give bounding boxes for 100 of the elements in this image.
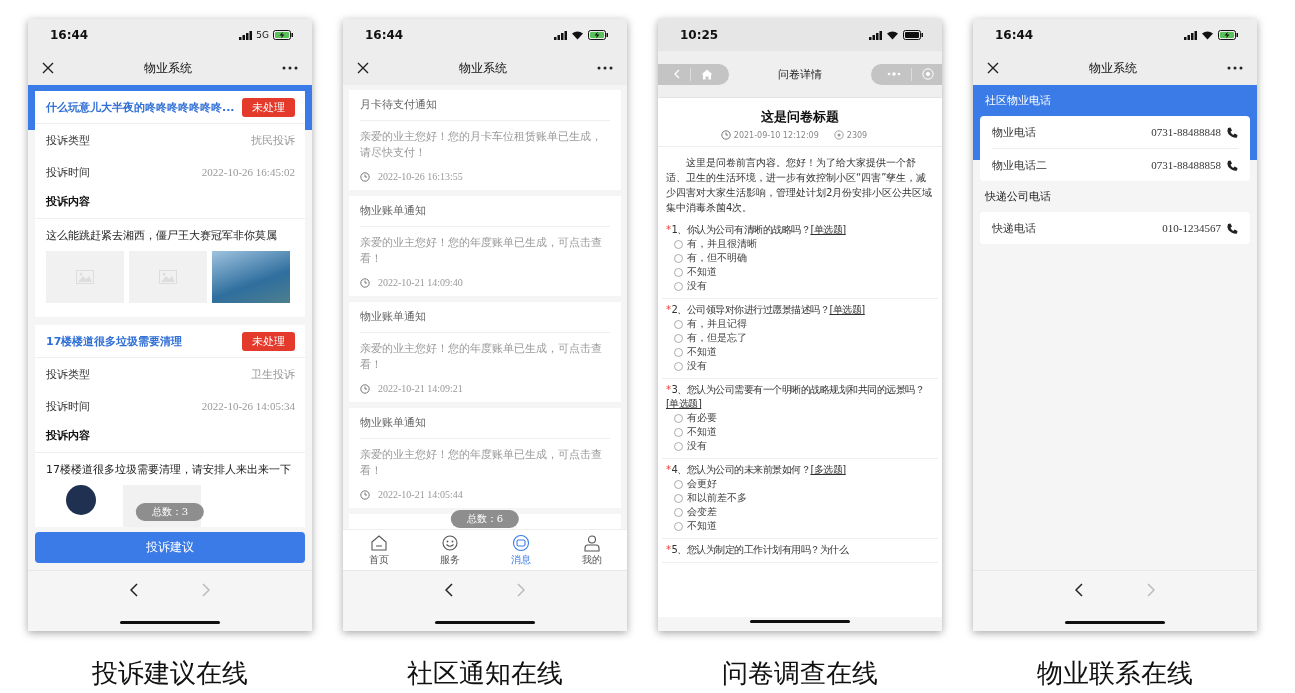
question-type: [单选题] bbox=[666, 397, 702, 411]
status-time: 16:44 bbox=[50, 28, 89, 42]
wifi-icon bbox=[1201, 30, 1214, 40]
clock-icon bbox=[360, 489, 370, 500]
radio-button[interactable] bbox=[674, 479, 683, 489]
signal-icon bbox=[1184, 30, 1197, 40]
notice-card[interactable]: 物业账单通知 亲爱的业主您好！您的年度账单已生成，可点击查看！ 2022-10-21 14:09:40 bbox=[349, 196, 621, 296]
phone-icon[interactable] bbox=[1226, 159, 1238, 171]
total-count-toast: 总数：3 bbox=[135, 503, 205, 521]
clock-icon bbox=[720, 130, 731, 140]
submit-button[interactable]: 投诉建议 bbox=[35, 532, 305, 563]
tab-item[interactable]: 服务 bbox=[414, 530, 485, 570]
signal-icon bbox=[869, 30, 882, 40]
radio-button[interactable] bbox=[674, 347, 683, 357]
radio-button[interactable] bbox=[674, 319, 683, 329]
page-title: 物业系统 bbox=[144, 59, 192, 77]
radio-button[interactable] bbox=[674, 427, 683, 437]
back-icon[interactable] bbox=[674, 69, 680, 79]
radio-button[interactable] bbox=[674, 267, 683, 277]
notice-title: 物业账单通知 bbox=[360, 408, 610, 439]
notice-text: 亲爱的业主您好！您的月卡车位租赁账单已生成，请尽快支付！ bbox=[360, 129, 603, 161]
avatar-circle bbox=[66, 485, 96, 515]
more-icon[interactable] bbox=[282, 66, 298, 70]
notice-title: 物业账单通知 bbox=[360, 196, 610, 227]
radio-button[interactable] bbox=[674, 281, 683, 291]
notice-card[interactable]: 物业账单通知 亲爱的业主您好！您的年度账单已生成，可点击查看！ 2022-10-21 14:09:21 bbox=[349, 302, 621, 402]
close-icon[interactable] bbox=[357, 62, 369, 74]
target-icon[interactable] bbox=[922, 68, 934, 80]
back-chevron-icon[interactable] bbox=[1075, 583, 1083, 597]
radio-button[interactable] bbox=[674, 521, 683, 531]
field-value: 卫生投诉 bbox=[251, 366, 295, 382]
radio-button[interactable] bbox=[674, 441, 683, 451]
chat-bubble-icon bbox=[511, 533, 530, 552]
notice-card[interactable]: 月卡待支付通知 亲爱的业主您好！您的月卡车位租赁账单已生成，请尽快支付！ 2022-10-26 16:13:55 bbox=[349, 90, 621, 190]
option-label: 不知道 bbox=[687, 425, 717, 439]
page-title: 物业系统 bbox=[1089, 59, 1137, 77]
status-time: 16:44 bbox=[365, 28, 404, 42]
contact-row[interactable]: 快递电话 010-1234567 bbox=[992, 212, 1238, 244]
question-type: [多选题] bbox=[810, 463, 846, 477]
option-label: 会变差 bbox=[687, 505, 717, 519]
eye-icon bbox=[833, 130, 844, 140]
radio-button[interactable] bbox=[674, 253, 683, 263]
notice-card[interactable]: 物业账单通知 亲爱的业主您好！您的年度账单已生成，可点击查看！ 2022-10-21 14:05:44 bbox=[349, 408, 621, 508]
total-count-toast: 总数：6 bbox=[450, 510, 520, 528]
close-icon[interactable] bbox=[42, 62, 54, 74]
option-label: 有，并且记得 bbox=[687, 317, 747, 331]
option-label: 有，但是忘了 bbox=[687, 331, 747, 345]
radio-button[interactable] bbox=[674, 413, 683, 423]
option-label: 没有 bbox=[687, 439, 707, 453]
radio-button[interactable] bbox=[674, 239, 683, 249]
option-label: 没有 bbox=[687, 279, 707, 293]
question-type: [单选题] bbox=[810, 223, 846, 237]
status-badge: 未处理 bbox=[242, 97, 295, 117]
complaint-title[interactable]: 什么玩意儿大半夜的咚咚咚咚咚咚咚... bbox=[46, 99, 235, 115]
field-value: 扰民投诉 bbox=[251, 132, 295, 148]
more-icon[interactable] bbox=[597, 66, 613, 70]
notice-time: 2022-10-26 16:13:55 bbox=[378, 171, 463, 182]
question-type: [单选题] bbox=[829, 303, 865, 317]
radio-button[interactable] bbox=[674, 333, 683, 343]
caption: 物业联系在线 bbox=[1037, 657, 1193, 689]
caption: 问卷调查在线 bbox=[722, 657, 878, 689]
phone-number: 010-1234567 bbox=[1162, 222, 1221, 234]
back-chevron-icon[interactable] bbox=[130, 583, 138, 597]
phone-number: 0731-88488848 bbox=[1151, 126, 1221, 138]
clock-icon bbox=[360, 277, 370, 288]
phone-icon[interactable] bbox=[1226, 126, 1238, 138]
smiley-icon bbox=[440, 533, 459, 552]
home-icon[interactable] bbox=[701, 68, 713, 80]
more-icon[interactable] bbox=[1227, 66, 1243, 70]
tab-item[interactable]: 消息 bbox=[485, 530, 556, 570]
radio-button[interactable] bbox=[674, 361, 683, 371]
tab-item[interactable]: 我的 bbox=[556, 530, 627, 570]
question-text: 3、您认为公司需要有一个明晰的战略规划和共同的远景吗？ bbox=[671, 383, 925, 397]
clock-icon bbox=[360, 383, 370, 394]
page-title: 物业系统 bbox=[459, 59, 507, 77]
signal-icon bbox=[554, 30, 567, 40]
back-chevron-icon[interactable] bbox=[445, 583, 453, 597]
wifi-icon bbox=[886, 30, 899, 40]
status-time: 10:25 bbox=[680, 28, 719, 42]
status-time: 16:44 bbox=[995, 28, 1034, 42]
phone-icon[interactable] bbox=[1226, 222, 1238, 234]
question-text: 5、您认为制定的工作计划有用吗？为什么 bbox=[671, 543, 849, 557]
wifi-icon bbox=[571, 30, 584, 40]
phone-number: 0731-88488858 bbox=[1151, 159, 1221, 171]
complaint-title[interactable]: 17楼楼道很多垃圾需要清理 bbox=[46, 333, 183, 349]
close-icon[interactable] bbox=[987, 62, 999, 74]
required-mark: * bbox=[666, 303, 671, 317]
notice-time: 2022-10-21 14:05:44 bbox=[378, 489, 463, 500]
notice-text: 亲爱的业主您好！您的年度账单已生成，可点击查看！ bbox=[360, 447, 603, 479]
tab-item[interactable]: 首页 bbox=[343, 530, 414, 570]
field-label: 投诉类型 bbox=[46, 132, 90, 148]
radio-button[interactable] bbox=[674, 507, 683, 517]
notice-text: 亲爱的业主您好！您的年度账单已生成，可点击查看！ bbox=[360, 341, 603, 373]
contact-row[interactable]: 物业电话二 0731-88488858 bbox=[992, 149, 1238, 181]
notice-time: 2022-10-21 14:09:40 bbox=[378, 277, 463, 288]
option-label: 会更好 bbox=[687, 477, 717, 491]
section-title: 快递公司电话 bbox=[984, 189, 1052, 205]
radio-button[interactable] bbox=[674, 493, 683, 503]
option-label: 有必要 bbox=[687, 411, 717, 425]
contact-row[interactable]: 物业电话 0731-88488848 bbox=[992, 116, 1238, 149]
